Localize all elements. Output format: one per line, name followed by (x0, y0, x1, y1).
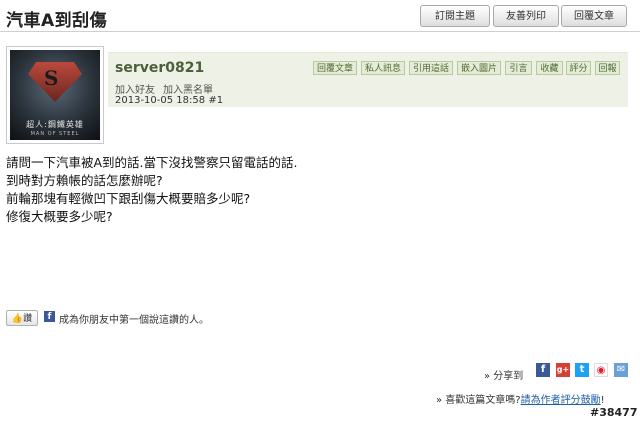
rating-prompt: » 喜歡這篇文章嗎?請為作者評分鼓勵! (436, 391, 605, 406)
superman-s-glyph: S (44, 66, 59, 90)
action-rate-button[interactable]: 評分 (566, 61, 591, 75)
username-link[interactable]: server0821 (115, 60, 204, 76)
avatar-image: S 超人:鋼鐵英雄 MAN OF STEEL (10, 50, 100, 140)
action-embed-image-button[interactable]: 嵌入圖片 (457, 61, 501, 75)
action-quote-link-button[interactable]: 引用這話 (409, 61, 453, 75)
facebook-icon: f (44, 311, 55, 322)
like-button-label: 讚 (23, 314, 33, 324)
weibo-icon[interactable]: ◉ (594, 363, 608, 377)
rating-prompt-text: » 喜歡這篇文章嗎? (436, 395, 521, 406)
email-icon[interactable]: ✉ (614, 363, 628, 377)
twitter-icon[interactable]: t (575, 363, 589, 377)
post-timestamp: 2013-10-05 18:58 (115, 95, 206, 106)
like-button[interactable]: 👍讚 (6, 310, 38, 326)
google-plus-icon[interactable]: g+ (556, 363, 570, 377)
reply-button[interactable]: 回覆文章 (561, 5, 627, 27)
post-body: 請問一下汽車被A到的話.當下沒找警察只留電話的話. 到時對方賴帳的話怎麼辦呢? … (6, 154, 298, 226)
avatar[interactable]: S 超人:鋼鐵英雄 MAN OF STEEL (6, 46, 104, 144)
header-divider (0, 31, 640, 32)
action-favorite-button[interactable]: 收藏 (536, 61, 563, 75)
like-text: 成為你朋友中第一個說這讚的人。 (59, 315, 209, 326)
thumbs-up-icon: 👍 (11, 314, 24, 324)
avatar-subcaption: MAN OF STEEL (30, 131, 80, 137)
action-private-message-button[interactable]: 私人訊息 (361, 61, 405, 75)
post-line: 前輪那塊有輕微凹下跟刮傷大概要賠多少呢? (6, 191, 251, 206)
watermark: #38477 (590, 406, 638, 419)
facebook-icon[interactable]: f (536, 363, 550, 377)
thread-title: 汽車A到刮傷 (6, 11, 108, 31)
post-line: 到時對方賴帳的話怎麼辦呢? (6, 173, 163, 188)
action-quote-button[interactable]: 引言 (505, 61, 532, 75)
print-button[interactable]: 友善列印 (493, 5, 559, 27)
post-line: 請問一下汽車被A到的話.當下沒找警察只留電話的話. (6, 155, 298, 170)
user-links: 加入好友 加入黑名單 (115, 81, 221, 96)
post-meta: 2013-10-05 18:58 #1 (115, 95, 223, 106)
rating-suffix: ! (600, 395, 605, 406)
post-floor: #1 (208, 95, 224, 106)
subscribe-button[interactable]: 訂閱主題 (420, 5, 490, 27)
action-reply-button[interactable]: 回覆文章 (313, 61, 357, 75)
avatar-caption: 超人:鋼鐵英雄 (26, 120, 84, 129)
share-label: » 分享到 (484, 371, 524, 382)
post-line: 修復大概要多少呢? (6, 209, 113, 224)
action-report-button[interactable]: 回報 (595, 61, 620, 75)
rate-author-link[interactable]: 請為作者評分鼓勵 (521, 395, 601, 406)
